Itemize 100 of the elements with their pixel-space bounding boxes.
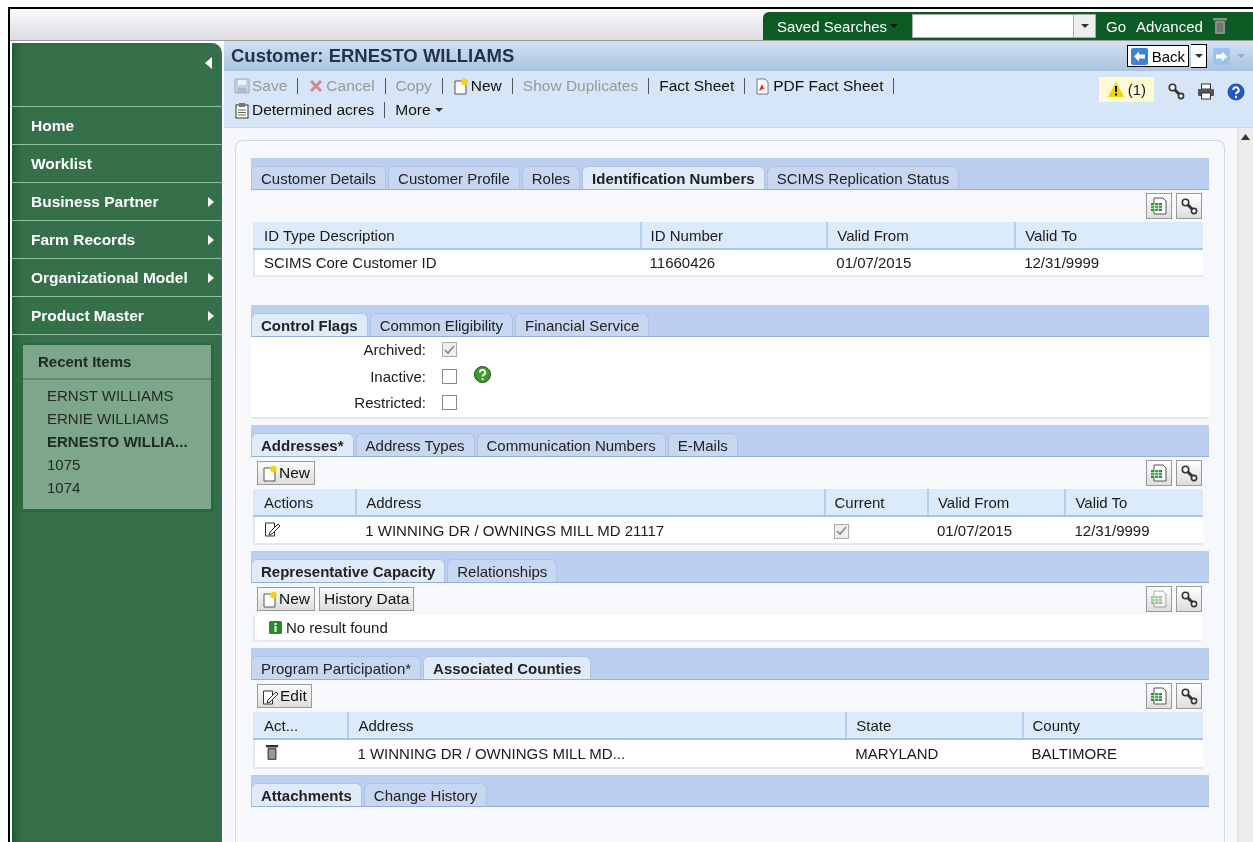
- recent-item[interactable]: 1074: [47, 476, 211, 499]
- tab[interactable]: Addresses*: [251, 433, 354, 456]
- warning-indicator[interactable]: (1): [1098, 77, 1154, 102]
- sidebar-label[interactable]: Product Master: [31, 306, 144, 325]
- wrench-icon: [1180, 197, 1198, 215]
- collapse-icon[interactable]: [205, 57, 212, 69]
- back-button[interactable]: Back: [1126, 45, 1189, 67]
- sidebar-label[interactable]: Home: [31, 116, 75, 135]
- tab[interactable]: Identification Numbers: [582, 166, 765, 189]
- column-header[interactable]: Address: [348, 712, 847, 739]
- column-header[interactable]: Valid To: [1015, 222, 1203, 249]
- tab[interactable]: Financial Service: [515, 313, 650, 336]
- tab[interactable]: Relationships: [447, 559, 558, 582]
- settings-button[interactable]: [1176, 683, 1202, 709]
- recent-item[interactable]: ERNST WILLIAMS: [47, 384, 211, 407]
- caret-icon: [1080, 23, 1089, 29]
- sidebar-label[interactable]: Farm Records: [31, 230, 136, 249]
- toolbar-button[interactable]: Fact Sheet: [659, 75, 735, 97]
- column-header[interactable]: ID Type Description: [254, 222, 641, 249]
- column-header[interactable]: Valid From: [827, 222, 1016, 249]
- recent-item[interactable]: ERNESTO WILLIA...: [47, 430, 211, 453]
- new-button[interactable]: New: [257, 587, 315, 611]
- new-button[interactable]: New: [257, 461, 315, 485]
- recent-item[interactable]: 1075: [47, 453, 211, 476]
- column-header[interactable]: Address: [356, 489, 825, 516]
- print-icon[interactable]: [1197, 83, 1215, 100]
- settings-button[interactable]: [1176, 193, 1202, 219]
- saved-searches-menu[interactable]: Saved Searches: [777, 17, 899, 35]
- sidebar-label[interactable]: Worklist: [31, 154, 92, 173]
- tab[interactable]: Attachments: [251, 783, 362, 806]
- toolbar-button[interactable]: New: [452, 75, 502, 97]
- column-header[interactable]: State: [846, 712, 1023, 739]
- tab[interactable]: Associated Counties: [423, 656, 592, 679]
- settings-button[interactable]: [1176, 460, 1202, 486]
- export-button[interactable]: [1146, 460, 1172, 486]
- clipboard-icon: [234, 101, 250, 119]
- trash-icon[interactable]: [264, 743, 280, 761]
- scrollbar[interactable]: [1237, 128, 1253, 842]
- column-header[interactable]: Actions: [254, 489, 357, 516]
- tab[interactable]: Common Eligibility: [369, 313, 514, 336]
- column-header[interactable]: Valid From: [927, 489, 1066, 516]
- edit-button[interactable]: Edit: [257, 684, 312, 708]
- edit-icon: [262, 687, 279, 705]
- table-cell: 12/31/9999: [1015, 249, 1203, 276]
- help-icon[interactable]: [474, 366, 491, 383]
- export-button[interactable]: [1146, 193, 1172, 219]
- tab[interactable]: E-Mails: [667, 433, 738, 456]
- toolbar-button[interactable]: More: [395, 99, 443, 121]
- checkbox[interactable]: [442, 395, 457, 410]
- sidebar-label[interactable]: Business Partner: [31, 192, 159, 211]
- sidebar-item[interactable]: Home: [12, 107, 222, 145]
- sidebar-item[interactable]: Product Master: [12, 297, 222, 335]
- column-header[interactable]: Act...: [254, 712, 349, 739]
- sidebar-item[interactable]: Organizational Model: [12, 259, 222, 297]
- sidebar-label[interactable]: Organizational Model: [31, 268, 188, 287]
- scroll-up-icon[interactable]: [1241, 134, 1250, 140]
- tab[interactable]: Customer Details: [251, 166, 387, 189]
- export-button[interactable]: [1146, 683, 1172, 709]
- tab[interactable]: SCIMS Replication Status: [766, 166, 960, 189]
- tab[interactable]: Program Participation*: [251, 656, 422, 679]
- edit-icon[interactable]: [264, 520, 281, 537]
- advanced-link[interactable]: Advanced: [1136, 17, 1203, 35]
- field-label: Inactive:: [369, 367, 426, 385]
- toolbar-button[interactable]: PDF Fact Sheet: [755, 75, 884, 97]
- arrow-icon: [208, 196, 214, 207]
- go-link[interactable]: Go: [1106, 17, 1127, 35]
- sidebar-item[interactable]: Worklist: [12, 145, 222, 183]
- settings-icon[interactable]: [1168, 83, 1185, 100]
- dropdown-button[interactable]: [1191, 44, 1207, 68]
- tab[interactable]: Roles: [521, 166, 581, 189]
- column-header[interactable]: County: [1022, 712, 1203, 739]
- wrench-icon: [1180, 590, 1198, 608]
- page-title: Customer: ERNESTO WILLIAMS: [231, 45, 515, 67]
- dropdown-button[interactable]: [1074, 14, 1097, 38]
- tab[interactable]: Change History: [363, 783, 488, 806]
- tab[interactable]: Customer Profile: [388, 166, 520, 189]
- table-cell: 11660426: [640, 249, 828, 276]
- spreadsheet-icon: [1150, 687, 1168, 705]
- help-icon[interactable]: [1227, 83, 1245, 101]
- table-cell: 1 WINNING DR / OWNINGS MILL MD...: [348, 739, 847, 768]
- column-header[interactable]: Current: [824, 489, 928, 516]
- settings-button[interactable]: [1176, 586, 1202, 612]
- tab[interactable]: Address Types: [355, 433, 475, 456]
- message-text: No result found: [286, 619, 388, 636]
- tab[interactable]: Representative Capacity: [251, 559, 446, 582]
- checkbox[interactable]: [442, 368, 457, 384]
- tab[interactable]: Control Flags: [251, 313, 368, 336]
- column-header[interactable]: ID Number: [640, 222, 828, 249]
- toolbar-button[interactable]: Determined acres: [234, 99, 375, 121]
- column-header[interactable]: Valid To: [1065, 489, 1203, 516]
- search-field[interactable]: [912, 14, 1075, 38]
- sidebar-item[interactable]: Business Partner: [12, 183, 222, 221]
- tab[interactable]: Communication Numbers: [476, 433, 666, 456]
- sidebar-item[interactable]: Farm Records: [12, 221, 222, 259]
- spreadsheet-icon: [1150, 464, 1168, 482]
- field-label: Archived:: [362, 341, 426, 358]
- recent-item[interactable]: ERNIE WILLIAMS: [47, 407, 211, 430]
- table-cell: MARYLAND: [846, 739, 1023, 768]
- toolbar-button[interactable]: History Data: [319, 587, 415, 611]
- table-cell: 1 WINNING DR / OWNINGS MILL MD 21117: [356, 516, 825, 544]
